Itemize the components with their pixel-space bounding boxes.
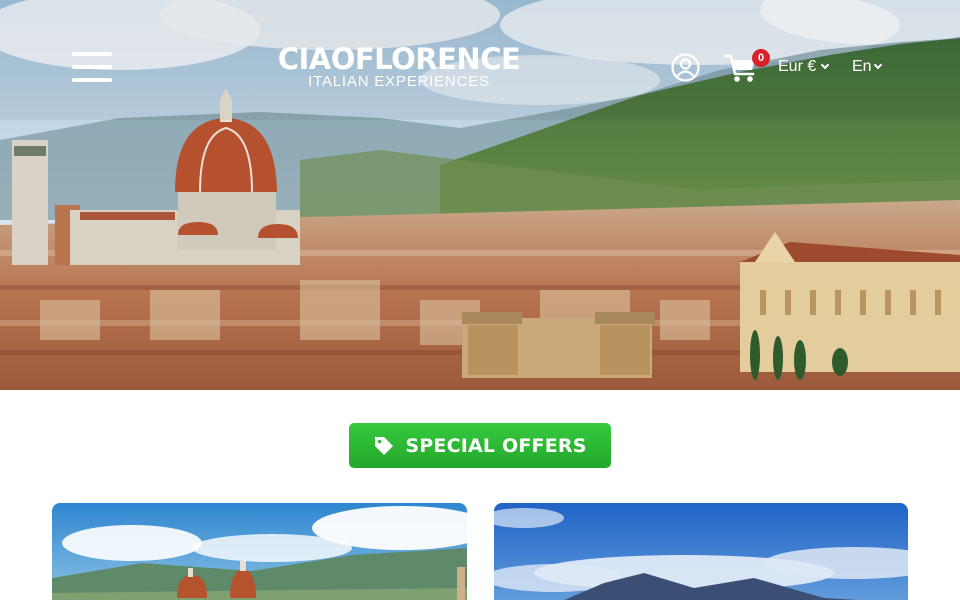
site-logo[interactable]: CIAOFLORENCE ITALIAN EXPERIENCES [266,44,532,90]
language-label: En [852,58,872,75]
currency-selector[interactable]: Eur € [778,58,830,76]
language-selector[interactable]: En [852,58,882,76]
tour-card[interactable] [52,503,467,600]
top-navigation: CIAOFLORENCE ITALIAN EXPERIENCES 0 Eur € [0,0,960,130]
cart-count-badge: 0 [752,49,770,67]
chevron-down-icon [821,60,830,70]
chevron-down-icon [873,60,882,70]
logo-main: CIAOFLORENCE [277,42,521,76]
currency-label: Eur € [778,58,817,75]
page: CIAOFLORENCE ITALIAN EXPERIENCES 0 Eur € [0,0,960,600]
tour-card-image [494,503,908,600]
menu-icon[interactable] [72,52,112,82]
user-icon[interactable] [671,53,700,82]
tag-icon [375,436,394,455]
logo-subtitle: ITALIAN EXPERIENCES [308,73,490,90]
tour-card-image [52,503,467,600]
special-offers-button[interactable]: SPECIAL OFFERS [349,423,611,468]
tour-card[interactable] [494,503,908,600]
special-offers-label: SPECIAL OFFERS [405,434,587,457]
